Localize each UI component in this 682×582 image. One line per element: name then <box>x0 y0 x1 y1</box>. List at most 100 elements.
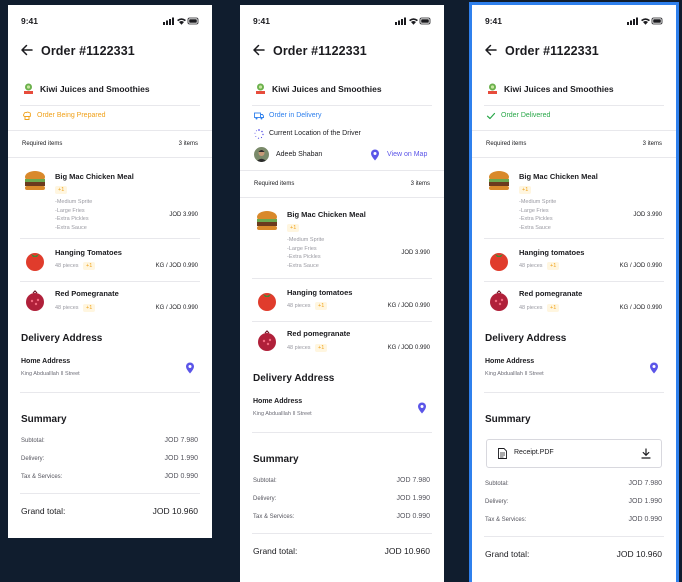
address-street: King Abdualllah II Street <box>21 371 80 377</box>
order-item: Red pomegranate 48 pieces +1 KG / JOD 0.… <box>240 322 444 364</box>
summary-row: Delivery: JOD 1.990 <box>21 455 198 462</box>
required-items-count: 3 items <box>410 181 430 187</box>
back-arrow-icon[interactable] <box>20 43 34 57</box>
required-items-header: Required items 3 items <box>8 131 212 157</box>
document-icon <box>498 448 507 459</box>
status-bar: 9:41 <box>472 5 676 33</box>
address-card[interactable]: Home Address King Abdualllah II Street <box>472 352 676 392</box>
grand-total-value: JOD 10.960 <box>152 506 198 516</box>
restaurant-row: Kiwi Juices and Smoothies <box>8 71 212 105</box>
order-item: Hanging tomatoes 48 pieces +1 KG / JOD 0… <box>472 239 676 281</box>
location-pin-icon[interactable] <box>370 149 380 161</box>
location-pin-icon[interactable] <box>649 362 659 374</box>
truck-icon <box>254 112 264 120</box>
summary-section: Summary <box>8 407 212 433</box>
tomato-image <box>26 253 44 271</box>
item-pieces: 48 pieces <box>287 303 311 309</box>
grand-total-value: JOD 10.960 <box>384 546 430 556</box>
item-qty: +1 <box>83 262 96 270</box>
page-title: Order #1122331 <box>41 44 135 58</box>
restaurant-name: Kiwi Juices and Smoothies <box>272 84 382 94</box>
item-price: JOD 3.990 <box>633 212 662 218</box>
summary-row: Subtotal: JOD 7.980 <box>21 437 198 444</box>
item-qty: +1 <box>315 344 328 352</box>
order-screen-delivered: 9:41 Order #1122331 Kiwi Juices and Smoo… <box>472 5 676 582</box>
delivery-title: Delivery Address <box>21 333 103 344</box>
item-qty: +1 <box>315 302 328 310</box>
item-extras: -Medium Sprite -Large Fries -Extra Pickl… <box>55 199 93 231</box>
location-pin-icon[interactable] <box>417 402 427 414</box>
driver-name: Adeeb Shaban <box>276 151 323 158</box>
item-qty: +1 <box>519 186 532 194</box>
status-time: 9:41 <box>21 16 39 26</box>
item-name: Hanging tomatoes <box>287 288 353 297</box>
page-title: Order #1122331 <box>505 44 599 58</box>
order-screen-in-delivery: 9:41 Order #1122331 Kiwi Juices and Smoo… <box>240 5 444 582</box>
required-items-header: Required items 3 items <box>472 131 676 157</box>
restaurant-logo <box>22 82 35 95</box>
status-time: 9:41 <box>253 16 271 26</box>
back-arrow-icon[interactable] <box>484 43 498 57</box>
screen-header: Order #1122331 <box>472 33 676 71</box>
order-item: Hanging tomatoes 48 pieces +1 KG / JOD 0… <box>240 279 444 321</box>
address-label: Home Address <box>21 358 71 365</box>
order-status-text: Order Being Prepared <box>37 112 106 119</box>
divider <box>252 432 432 433</box>
view-on-map-link[interactable]: View on Map <box>387 151 427 158</box>
grand-total-row: Grand total: JOD 10.960 <box>8 494 212 524</box>
item-price: KG / JOD 0.990 <box>619 305 662 311</box>
download-icon[interactable] <box>641 448 651 459</box>
chef-icon <box>23 111 31 120</box>
delivery-title: Delivery Address <box>485 333 567 344</box>
summary-section: Summary <box>472 407 676 433</box>
address-street: King Abdualllah II Street <box>485 371 544 377</box>
order-status-row: Order in Delivery <box>240 108 444 126</box>
status-bar: 9:41 <box>8 5 212 33</box>
order-item: Red pomegranate 48 pieces +1 KG / JOD 0.… <box>472 282 676 324</box>
restaurant-name: Kiwi Juices and Smoothies <box>504 84 614 94</box>
address-label: Home Address <box>485 358 535 365</box>
back-arrow-icon[interactable] <box>252 43 266 57</box>
tomato-image <box>258 293 276 311</box>
summary-row: Subtotal: JOD 7.980 <box>485 480 662 487</box>
burger-image <box>257 211 277 230</box>
tomato-image <box>490 253 508 271</box>
divider <box>484 105 664 106</box>
summary-title: Summary <box>485 414 531 425</box>
order-screen-preparing: 9:41 Order #1122331 Kiwi Juices and Smoo… <box>8 5 212 538</box>
driver-location-row: Current Location of the Driver <box>240 126 444 144</box>
item-name: Red Pomegranate <box>55 289 119 298</box>
grand-total-label: Grand total: <box>21 506 66 516</box>
grand-total-label: Grand total: <box>485 549 530 559</box>
required-items-label: Required items <box>22 141 63 147</box>
item-qty: +1 <box>83 304 96 312</box>
item-pieces: 48 pieces <box>287 345 311 351</box>
order-item: Red Pomegranate 48 pieces +1 KG / JOD 0.… <box>8 282 212 324</box>
item-price: JOD 3.990 <box>401 250 430 256</box>
pomegranate-image <box>258 330 276 351</box>
order-item: Hanging Tomatoes 48 pieces +1 KG / JOD 0… <box>8 239 212 281</box>
grand-total-row: Grand total: JOD 10.960 <box>472 537 676 567</box>
signal-wifi-battery-icon <box>395 17 431 25</box>
item-name: Hanging Tomatoes <box>55 248 122 257</box>
item-name: Red pomegranate <box>287 329 351 338</box>
loading-spinner-icon <box>254 129 264 139</box>
location-pin-icon[interactable] <box>185 362 195 374</box>
summary-row: Tax & Services: JOD 0.990 <box>21 473 198 480</box>
item-qty: +1 <box>55 186 68 194</box>
address-card[interactable]: Home Address King Abdualllah II Street <box>8 352 212 392</box>
order-item: Big Mac Chicken Meal +1 -Medium Sprite -… <box>472 158 676 238</box>
delivery-title: Delivery Address <box>253 373 335 384</box>
item-pieces: 48 pieces <box>55 263 79 269</box>
item-price: KG / JOD 0.990 <box>619 263 662 269</box>
pomegranate-image <box>490 290 508 311</box>
required-items-header: Required items 3 items <box>240 171 444 197</box>
burger-image <box>25 171 45 190</box>
page-title: Order #1122331 <box>273 44 367 58</box>
receipt-download-card[interactable]: Receipt.PDF <box>486 439 662 468</box>
summary-section: Summary <box>240 447 444 473</box>
order-status-text: Order Delivered <box>501 112 551 119</box>
pomegranate-image <box>26 290 44 311</box>
item-pieces: 48 pieces <box>55 305 79 311</box>
address-card[interactable]: Home Address King Abdualllah II Street <box>240 392 444 432</box>
